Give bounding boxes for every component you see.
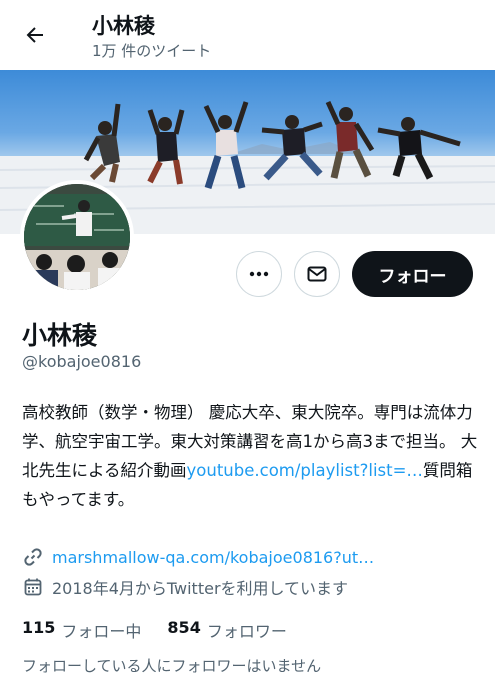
website-link[interactable]: marshmallow-qa.com/kobajoe0816?ut… xyxy=(52,548,374,567)
top-bar: 小林稜 1万 件のツイート xyxy=(0,0,495,70)
following-link[interactable]: 115 フォロー中 xyxy=(22,618,141,642)
message-button[interactable] xyxy=(294,251,340,297)
more-horizontal-icon xyxy=(249,271,269,277)
avatar-photo xyxy=(24,184,130,290)
more-button[interactable] xyxy=(236,251,282,297)
profile-bio: 高校教師（数学・物理） 慶応大卒、東大院卒。専門は流体力学、航空宇宙工学。東大対… xyxy=(22,398,482,514)
calendar-icon xyxy=(22,576,44,598)
link-icon xyxy=(22,546,44,568)
envelope-icon xyxy=(307,266,327,282)
profile-handle: @kobajoe0816 xyxy=(22,352,142,371)
profile-name: 小林稜 xyxy=(22,321,98,350)
website-row: marshmallow-qa.com/kobajoe0816?ut… xyxy=(22,546,374,568)
joined-row: 2018年4月からTwitterを利用しています xyxy=(22,575,348,599)
tweet-count: 1万 件のツイート xyxy=(92,42,212,60)
bio-youtube-link[interactable]: youtube.com/playlist?list=… xyxy=(187,461,423,480)
follow-stats: 115 フォロー中 854 フォロワー xyxy=(22,618,313,642)
back-button[interactable] xyxy=(18,18,52,52)
followers-count: 854 xyxy=(167,618,201,637)
avatar[interactable] xyxy=(20,180,134,294)
following-label: フォロー中 xyxy=(61,622,142,641)
arrow-left-icon xyxy=(26,27,43,43)
follow-button[interactable]: フォロー xyxy=(352,251,473,297)
followers-label: フォロワー xyxy=(206,622,287,641)
followers-link[interactable]: 854 フォロワー xyxy=(167,618,286,642)
followers-you-know-note: フォローしている人にフォロワーはいません xyxy=(22,657,322,675)
joined-date: 2018年4月からTwitterを利用しています xyxy=(52,579,349,598)
following-count: 115 xyxy=(22,618,56,637)
header-title: 小林稜 xyxy=(92,14,155,38)
